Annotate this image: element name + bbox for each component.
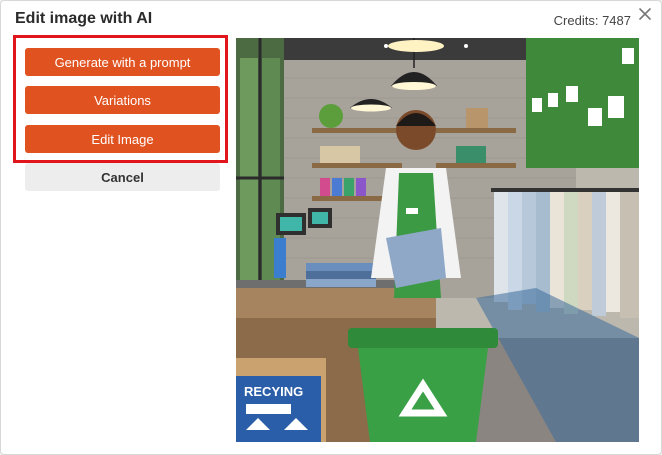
store-illustration: RECYING (236, 38, 639, 442)
credits-counter: Credits: 7487 (553, 13, 631, 28)
edit-image-dialog: Edit image with AI Credits: 7487 Generat… (0, 0, 662, 455)
dialog-title: Edit image with AI (15, 10, 153, 27)
variations-button[interactable]: Variations (25, 86, 220, 114)
generate-with-prompt-button[interactable]: Generate with a prompt (25, 48, 220, 76)
sign-text: RECYING (244, 384, 303, 399)
edit-image-button[interactable]: Edit Image (25, 125, 220, 153)
close-icon[interactable] (637, 6, 653, 22)
cancel-button[interactable]: Cancel (25, 163, 220, 191)
image-preview: RECYING (236, 38, 639, 442)
